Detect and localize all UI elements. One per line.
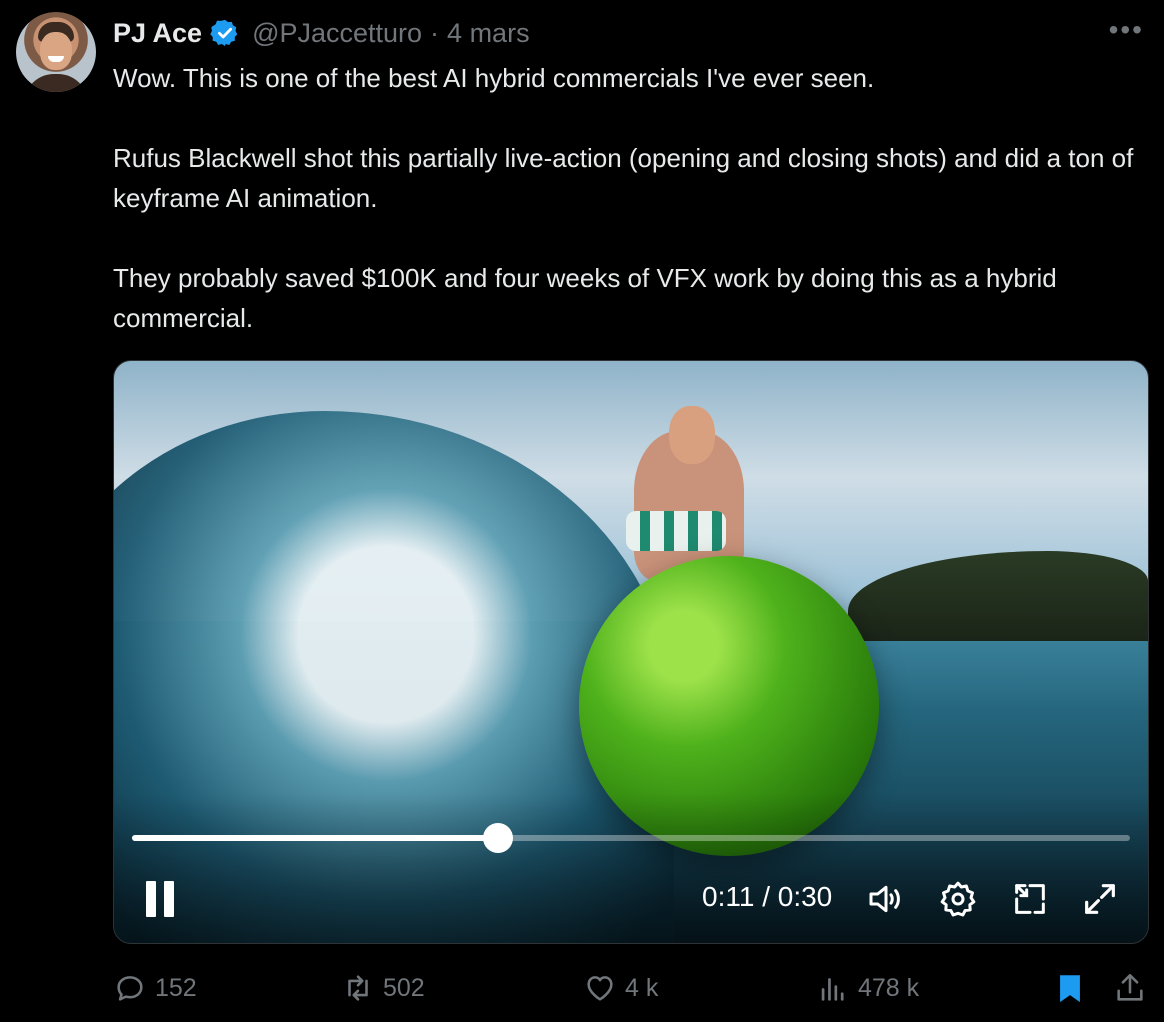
fullscreen-icon[interactable]: [1080, 879, 1120, 919]
video-time: 0:11 / 0:30: [702, 881, 833, 912]
reply-button[interactable]: 152: [113, 966, 197, 1010]
like-button[interactable]: 4 k: [583, 966, 658, 1010]
tweet-actions: 152 502 4 k 478 k: [113, 966, 1147, 1010]
views-icon: [821, 978, 844, 1001]
video-progress-bar[interactable]: [132, 823, 1130, 853]
reply-icon: [117, 976, 143, 1001]
repost-button[interactable]: 502: [341, 966, 425, 1010]
tweet-date[interactable]: 4 mars: [447, 18, 530, 49]
repost-icon: [348, 975, 368, 1001]
video-player[interactable]: 0:11 / 0:30: [113, 360, 1149, 944]
verified-icon: [210, 19, 238, 47]
author-name[interactable]: PJ Ace: [113, 18, 202, 49]
reply-count: 152: [155, 973, 197, 1002]
share-icon: [1117, 973, 1143, 1001]
tweet-paragraph: Wow. This is one of the best AI hybrid c…: [113, 63, 875, 93]
like-icon: [587, 976, 613, 1001]
like-count: 4 k: [625, 973, 659, 1002]
video-progress-fill: [132, 835, 498, 841]
views-button[interactable]: 478 k: [816, 966, 919, 1010]
more-icon[interactable]: •••: [1109, 16, 1144, 44]
pause-icon[interactable]: [144, 881, 174, 917]
bookmark-icon: [1060, 975, 1080, 1003]
separator-dot: ·: [430, 17, 440, 48]
video-scrubber-handle[interactable]: [482, 823, 513, 853]
tweet-header: PJ Ace @PJaccetturo · 4 mars: [113, 16, 530, 50]
author-handle[interactable]: @PJaccetturo: [252, 18, 422, 49]
tweet-paragraph: They probably saved $100K and four weeks…: [113, 263, 1057, 333]
video-frame-island: [848, 551, 1148, 641]
video-frame-surfer-head: [669, 406, 715, 464]
video-controls: 0:11 / 0:30: [114, 871, 1148, 927]
bookmark-button[interactable]: [1053, 966, 1095, 1010]
volume-icon[interactable]: [866, 879, 906, 919]
tweet-paragraph: Rufus Blackwell shot this partially live…: [113, 143, 1134, 213]
views-count: 478 k: [858, 973, 920, 1002]
avatar[interactable]: [16, 12, 96, 92]
settings-icon[interactable]: [938, 879, 978, 919]
minimize-icon[interactable]: [1010, 879, 1050, 919]
repost-count: 502: [383, 973, 425, 1002]
share-button[interactable]: [1113, 966, 1155, 1010]
tweet-text: Wow. This is one of the best AI hybrid c…: [113, 58, 1143, 338]
video-frame-surfer-trunks: [626, 511, 726, 551]
